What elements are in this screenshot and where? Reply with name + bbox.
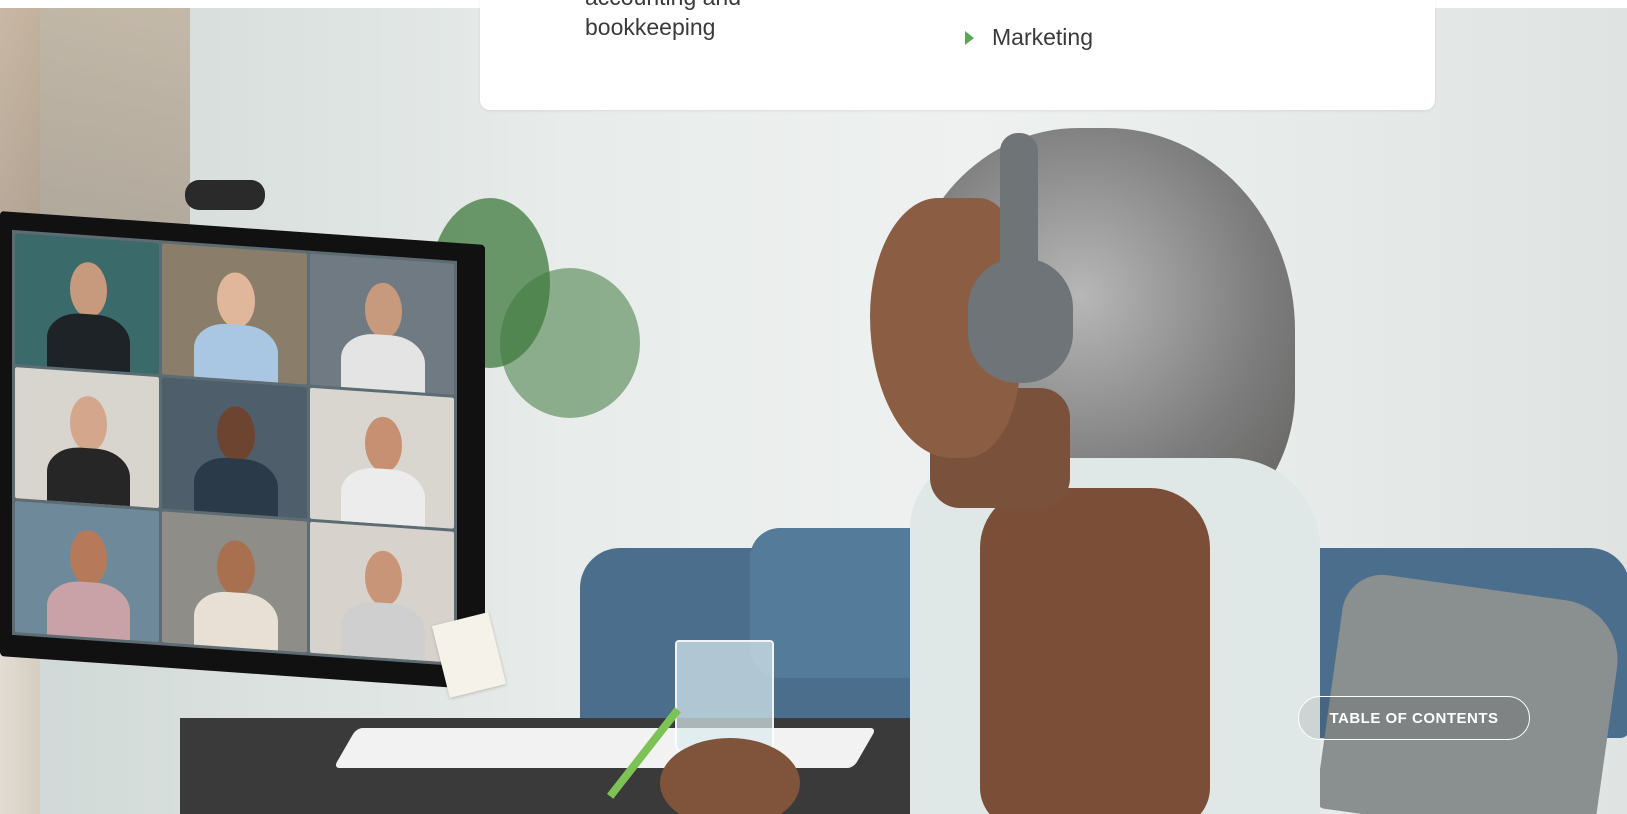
video-tile bbox=[309, 253, 454, 395]
video-tile bbox=[15, 501, 160, 643]
table-of-contents-button[interactable]: TABLE OF CONTENTS bbox=[1298, 696, 1530, 740]
video-tile bbox=[309, 387, 454, 529]
monitor bbox=[0, 211, 485, 690]
video-tile bbox=[162, 377, 307, 519]
water-glass bbox=[675, 640, 774, 754]
chair bbox=[1314, 569, 1626, 814]
service-item-bookkeeping: bookkeeping bbox=[585, 14, 716, 40]
plant-leaves bbox=[500, 268, 640, 418]
services-card: accounting and bookkeeping Marketing bbox=[480, 0, 1435, 110]
service-item-marketing: Marketing bbox=[960, 24, 1093, 52]
service-item-label: Marketing bbox=[992, 24, 1093, 50]
video-tile bbox=[309, 521, 454, 663]
keyboard bbox=[333, 728, 877, 768]
video-tile bbox=[15, 233, 160, 375]
video-call-grid bbox=[12, 229, 457, 666]
person-arm bbox=[980, 488, 1210, 814]
video-tile bbox=[15, 367, 160, 509]
video-tile bbox=[162, 243, 307, 385]
service-item-partial: accounting and bbox=[585, 0, 741, 12]
triangle-right-icon bbox=[965, 30, 974, 45]
video-tile bbox=[162, 511, 307, 653]
hero-photo bbox=[0, 8, 1627, 814]
webcam bbox=[185, 180, 265, 210]
headphones-icon bbox=[968, 258, 1073, 383]
